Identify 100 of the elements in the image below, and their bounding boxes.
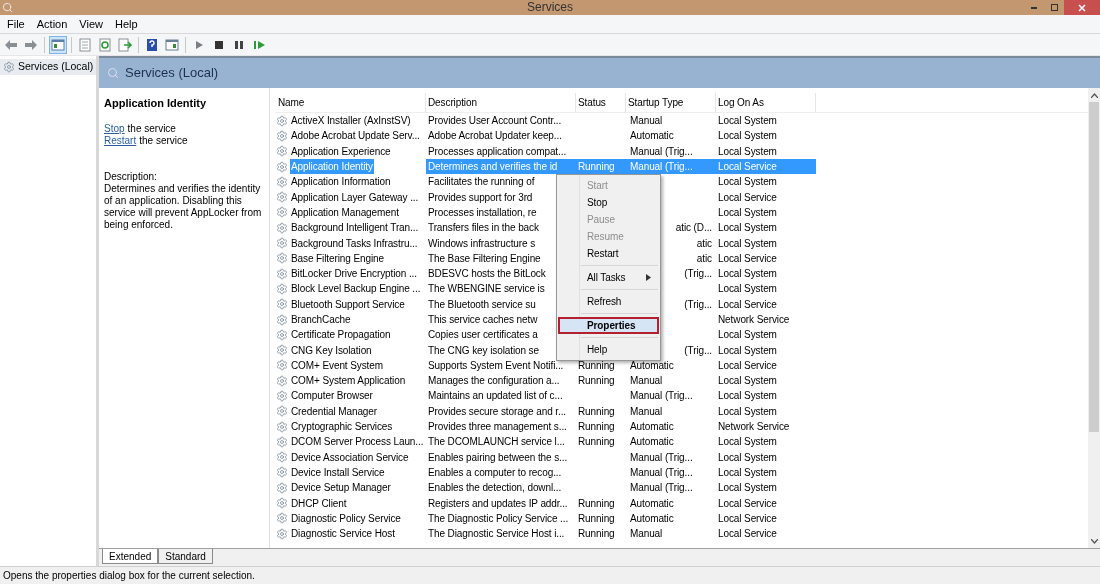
close-icon xyxy=(1078,3,1086,12)
table-cell-text: Enables a computer to recog... xyxy=(428,465,562,480)
table-row[interactable]: Credential Manager xyxy=(290,403,379,419)
gear-icon xyxy=(3,61,15,73)
gear-icon xyxy=(276,420,288,433)
help-icon xyxy=(145,37,159,52)
view-tab[interactable]: Standard xyxy=(158,549,213,564)
table-row[interactable]: Diagnostic Policy Service xyxy=(290,510,402,526)
table-row[interactable]: Application Management xyxy=(290,204,400,220)
gear-icon xyxy=(276,267,288,280)
list-tool-button[interactable] xyxy=(116,35,134,54)
table-row[interactable]: Background Tasks Infrastru... xyxy=(290,235,419,251)
gear-icon xyxy=(276,359,288,372)
table-cell-text: Adobe Acrobat Updater keep... xyxy=(428,129,562,144)
table-cell-text: Processes installation, re xyxy=(428,205,537,220)
gear-icon xyxy=(276,512,288,525)
table-row[interactable]: COM+ System Application xyxy=(290,373,407,389)
menu-item[interactable]: Refresh xyxy=(558,293,659,310)
menu-item[interactable]: Stop xyxy=(558,194,659,211)
gear-icon xyxy=(276,237,288,249)
table-cell-text: Automatic xyxy=(630,496,674,511)
table-cell-text: Running xyxy=(578,374,615,389)
table-row[interactable]: DCOM Server Process Laun... xyxy=(290,434,425,450)
column-header[interactable]: Status xyxy=(576,93,626,112)
table-cell-text: Local System xyxy=(718,175,777,190)
table-row[interactable]: Certificate Propagation xyxy=(290,327,392,343)
table-cell-text: The Bluetooth service su xyxy=(428,297,536,312)
description-text: Determines and verifies the identity of an application. Disabling this service will prevent AppLocker from being enforced. xyxy=(104,183,263,231)
table-cell-text: Local System xyxy=(718,144,777,159)
close-button[interactable] xyxy=(1064,0,1100,15)
table-row[interactable]: Device Association Service xyxy=(290,449,410,465)
gear-icon xyxy=(276,466,288,479)
menu-item[interactable]: View xyxy=(74,15,108,33)
table-row[interactable]: COM+ Event System xyxy=(290,357,384,373)
menu-item[interactable]: File xyxy=(2,15,30,33)
action-link[interactable]: Restart xyxy=(104,135,137,147)
table-row[interactable]: Application Layer Gateway ... xyxy=(290,189,420,205)
table-row[interactable]: Diagnostic Service Host xyxy=(290,526,396,542)
menu-item[interactable]: Help xyxy=(558,341,659,358)
column-header[interactable]: Name xyxy=(276,93,426,112)
gear-icon xyxy=(276,206,288,219)
menu-item[interactable]: Help xyxy=(109,15,143,33)
search-icon xyxy=(107,67,119,79)
scroll-down-icon xyxy=(1090,539,1098,544)
table-row[interactable]: Block Level Backup Engine ... xyxy=(290,281,422,297)
table-cell-text: Windows infrastructure s xyxy=(428,236,536,251)
table-cell-text: (Trig... xyxy=(684,267,712,282)
menu-item[interactable]: Restart xyxy=(558,245,659,262)
menu-item[interactable]: Action xyxy=(31,15,73,33)
refresh-icon xyxy=(98,37,112,52)
gear-icon xyxy=(276,313,288,326)
table-cell-text: Automatic xyxy=(630,511,674,526)
table-cell-text: Local Service xyxy=(718,358,777,373)
table-row[interactable]: Adobe Acrobat Update Serv... xyxy=(290,128,421,144)
gear-icon xyxy=(276,145,288,158)
column-header[interactable]: Description xyxy=(426,93,576,112)
table-row[interactable]: BranchCache xyxy=(290,312,352,327)
scroll-thumb[interactable] xyxy=(1089,102,1099,432)
table-cell-text: (Trig... xyxy=(684,297,712,312)
gear-icon xyxy=(276,328,288,341)
table-row[interactable]: Base Filtering Engine xyxy=(290,250,385,266)
column-header[interactable]: Log On As xyxy=(716,93,816,112)
table-row[interactable]: Cryptographic Services xyxy=(290,419,394,435)
scrollbar[interactable] xyxy=(1088,88,1100,548)
table-cell-text: atic (D... xyxy=(675,221,712,236)
export-list-icon xyxy=(118,37,132,52)
table-cell-text: Local System xyxy=(718,114,777,129)
table-row[interactable]: Device Install Service xyxy=(290,464,386,480)
table-row[interactable]: Computer Browser xyxy=(290,388,374,404)
table-cell-text: Automatic xyxy=(630,435,674,450)
gear-icon xyxy=(276,497,288,510)
menu-item[interactable]: Properties xyxy=(558,317,659,334)
table-row[interactable]: Device Setup Manager xyxy=(290,480,392,496)
refresh-tool-button[interactable] xyxy=(96,35,114,54)
tree-tool-button[interactable] xyxy=(49,35,67,54)
table-cell-text: Manual (Trig... xyxy=(630,481,693,496)
table-cell-text: BDESVC hosts the BitLock xyxy=(428,267,546,282)
table-cell-text: Running xyxy=(578,420,615,435)
table-cell-text: Local System xyxy=(718,389,777,404)
table-row[interactable]: CNG Key Isolation xyxy=(290,342,373,358)
table-row[interactable]: Background Intelligent Tran... xyxy=(290,220,420,236)
table-row[interactable]: Application Experience xyxy=(290,143,392,159)
table-cell-text: Local Service xyxy=(718,160,777,175)
pane-title: Services (Local) xyxy=(125,64,219,83)
menu-item[interactable]: All Tasks xyxy=(558,269,659,286)
table-cell-text: Supports System Event Notifi... xyxy=(428,358,564,373)
table-row[interactable]: Bluetooth Support Service xyxy=(290,296,406,312)
action-link[interactable]: Stop xyxy=(104,123,125,135)
gear-icon xyxy=(276,451,288,464)
table-row[interactable]: BitLocker Drive Encryption ... xyxy=(290,266,418,282)
table-cell-text: Manages the configuration a... xyxy=(428,374,560,389)
table-cell-text: Local System xyxy=(718,221,777,236)
gear-icon xyxy=(276,282,288,295)
table-row[interactable]: ActiveX Installer (AxInstSV) xyxy=(290,113,412,129)
table-cell-text: Manual (Trig... xyxy=(630,160,693,175)
column-header[interactable]: Startup Type xyxy=(626,93,716,112)
view-tab[interactable]: Extended xyxy=(102,549,159,564)
table-row[interactable]: DHCP Client xyxy=(290,495,348,511)
tree-item[interactable]: Services (Local) xyxy=(0,59,96,75)
table-row[interactable]: Application Information xyxy=(290,174,392,190)
